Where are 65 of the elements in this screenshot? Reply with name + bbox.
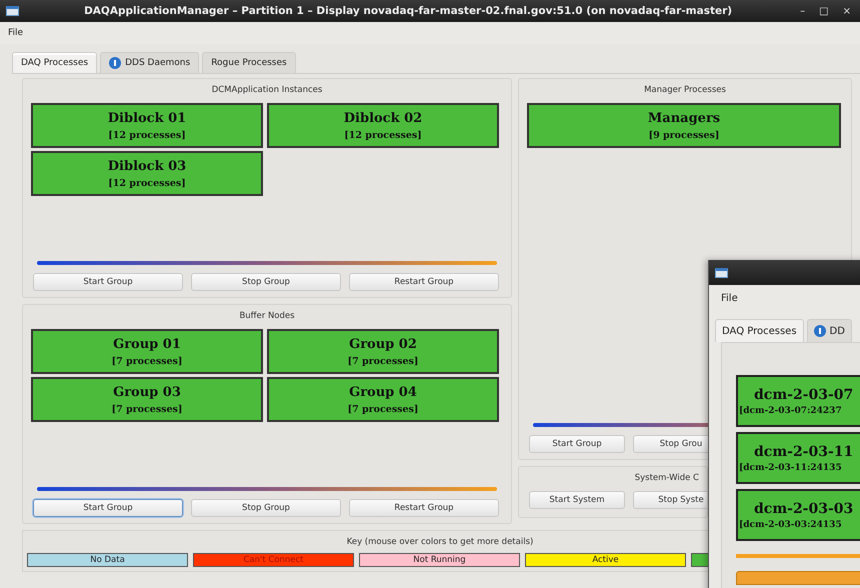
window-control[interactable]: – — [797, 6, 808, 16]
window-control[interactable]: □ — [816, 6, 832, 16]
tile-detail: [dcm-2-03-03:24135 — [738, 520, 842, 530]
tab[interactable]: DAQ Processes — [12, 52, 98, 73]
panel-title: System-Wide C — [634, 472, 699, 485]
panel-title: Key (mouse over colors to get more details) — [346, 536, 534, 549]
group-button[interactable]: Restart Group — [349, 273, 499, 291]
tile-detail: [12 processes] — [108, 178, 186, 188]
tile-name: Group 02 — [349, 336, 417, 352]
tile-detail: [dcm-2-03-07:24237 — [738, 406, 842, 416]
status-tile[interactable]: Diblock 02 [12 processes] — [267, 103, 499, 148]
tab[interactable]: DAQ Processes — [715, 319, 804, 342]
group-button[interactable]: Stop Syste — [633, 491, 707, 509]
status-tile[interactable]: Group 01 [7 processes] — [31, 329, 263, 374]
status-tile[interactable]: Group 03 [7 processes] — [31, 377, 263, 422]
status-tile[interactable]: Diblock 01 [12 processes] — [31, 103, 263, 148]
status-tile[interactable]: Group 02 [7 processes] — [267, 329, 499, 374]
window-control[interactable]: × — [840, 6, 854, 16]
status-tile[interactable]: dcm-2-03-07 [dcm-2-03-07:24237 — [736, 375, 860, 427]
tile-name: dcm-2-03-03 — [753, 500, 854, 516]
group-button[interactable]: Restart Group — [349, 499, 499, 517]
tile-detail: [7 processes] — [112, 356, 182, 366]
group-button[interactable]: Stop Grou — [633, 435, 709, 453]
key-swatch[interactable]: Not Running — [359, 553, 520, 567]
group-button[interactable]: Start Group — [529, 435, 625, 453]
status-tile[interactable]: Diblock 03 [12 processes] — [31, 151, 263, 196]
group-button[interactable]: Start Group — [33, 499, 183, 517]
tab[interactable]: DD — [806, 319, 852, 342]
menu-item[interactable]: File — [8, 28, 24, 38]
tile-detail: [12 processes] — [108, 130, 186, 140]
tile-name: dcm-2-03-07 — [753, 386, 854, 402]
window-icon — [6, 6, 19, 16]
tile-detail: [7 processes] — [348, 404, 418, 414]
tile-name: dcm-2-03-11 — [753, 444, 854, 460]
tile-name: Diblock 01 — [108, 110, 186, 126]
menu-item[interactable]: File — [721, 292, 738, 304]
window-icon — [715, 268, 728, 278]
group-button[interactable]: Start Group — [33, 273, 183, 291]
status-tile[interactable]: dcm-2-03-11 [dcm-2-03-11:24135 — [736, 432, 860, 484]
tab[interactable]: DDS Daemons — [100, 52, 200, 73]
tile-name: Group 04 — [349, 384, 417, 400]
panel-title: DCMApplication Instances — [210, 84, 324, 97]
group-button[interactable]: Stop Group — [191, 499, 341, 517]
group-button[interactable]: Stop Group — [191, 273, 341, 291]
key-swatch[interactable]: No Data — [27, 553, 188, 567]
tile-name: Diblock 02 — [344, 110, 422, 126]
tile-name: Managers — [648, 110, 720, 126]
status-tile[interactable]: dcm-2-03-03 [dcm-2-03-03:24135 — [736, 489, 860, 541]
key-swatch[interactable]: Active — [525, 553, 686, 567]
status-tile[interactable]: Group 04 [7 processes] — [267, 377, 499, 422]
tile-detail: [7 processes] — [348, 356, 418, 366]
tile-name: Diblock 03 — [108, 158, 186, 174]
action-button[interactable] — [736, 571, 860, 585]
tile-detail: [9 processes] — [648, 130, 720, 140]
panel-title: Buffer Nodes — [238, 310, 296, 323]
tile-detail: [7 processes] — [112, 404, 182, 414]
group-button[interactable]: Start System — [529, 491, 625, 509]
tab[interactable]: Rogue Processes — [202, 52, 296, 73]
tile-name: Group 01 — [113, 336, 181, 352]
window-title: DAQApplicationManager – Partition 1 – Display novadaq-far-master-02.fnal.gov:51.0 (on novadaq-far-master) — [83, 5, 734, 17]
tile-detail: [12 processes] — [344, 130, 422, 140]
status-tile[interactable]: Managers [9 processes] — [527, 103, 841, 148]
tile-detail: [dcm-2-03-11:24135 — [738, 462, 842, 472]
panel-title: Manager Processes — [643, 84, 727, 97]
tile-name: Group 03 — [113, 384, 181, 400]
